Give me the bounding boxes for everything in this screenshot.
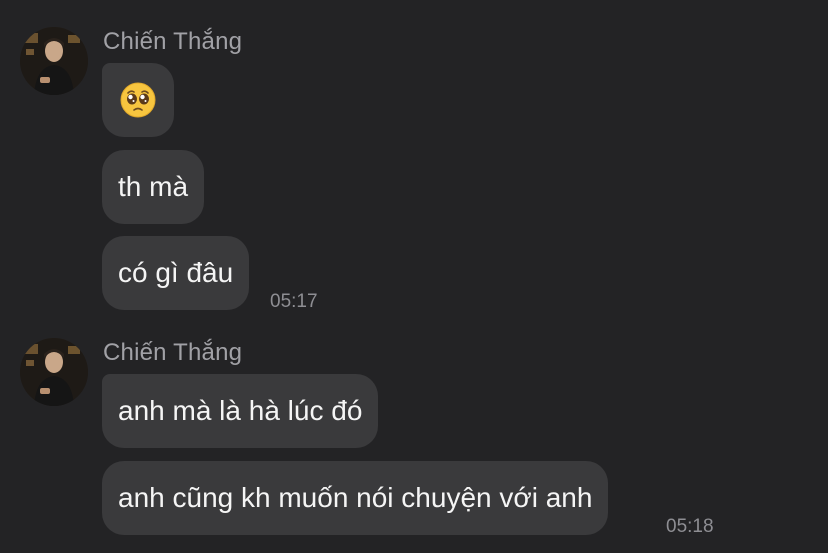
sender-avatar[interactable]: [20, 27, 88, 95]
message-bubble[interactable]: có gì đâu: [102, 236, 250, 310]
message-timestamp: 05:17: [270, 291, 318, 312]
message-bubble[interactable]: [102, 63, 174, 137]
sender-name: Chiến Thắng: [103, 28, 243, 55]
avatar-photo-icon: [20, 27, 88, 95]
message-bubble[interactable]: anh cũng kh muốn nói chuyện với anh: [102, 461, 609, 535]
sender-name: Chiến Thắng: [103, 339, 243, 366]
message-timestamp: 05:18: [666, 516, 714, 537]
sender-avatar[interactable]: [20, 338, 88, 406]
chat-view: Chiến Thắng th mà có gì đâu 05:17 Chiến …: [0, 0, 828, 553]
avatar-photo-icon: [20, 338, 88, 406]
pleading-face-emoji-icon: [120, 82, 156, 118]
message-bubble[interactable]: anh mà là hà lúc đó: [102, 374, 379, 448]
message-bubble[interactable]: th mà: [102, 150, 205, 224]
